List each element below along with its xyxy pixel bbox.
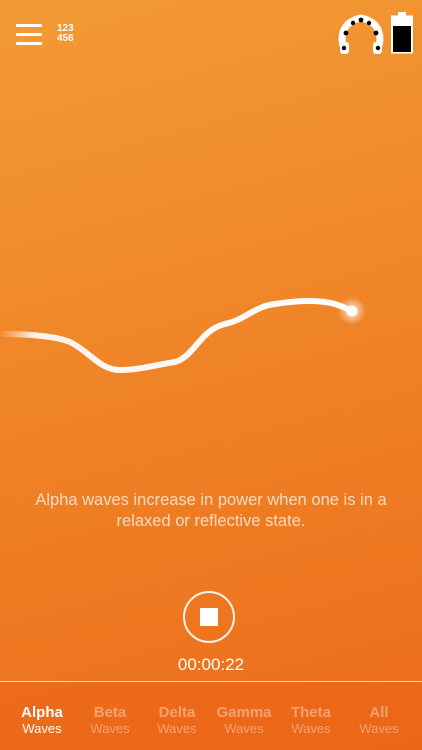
tab-alpha[interactable]: Alpha Waves xyxy=(8,704,76,736)
tab-beta[interactable]: Beta Waves xyxy=(76,704,144,736)
tab-theta-sublabel: Waves xyxy=(291,721,331,736)
tab-theta-label: Theta xyxy=(290,704,331,721)
brainwave-line xyxy=(0,298,355,374)
tab-gamma-sublabel: Waves xyxy=(224,721,264,736)
tab-delta-label: Delta xyxy=(158,704,196,721)
numbers-line-2: 456 xyxy=(57,33,74,44)
tab-bar: Alpha Waves Beta Waves Delta Waves Gamma… xyxy=(0,681,422,750)
wave-endpoint xyxy=(346,305,358,317)
tab-alpha-label: Alpha xyxy=(21,704,63,721)
hamburger-menu-icon[interactable] xyxy=(16,22,44,46)
tab-beta-sublabel: Waves xyxy=(90,721,130,736)
tab-all[interactable]: All Waves xyxy=(345,704,413,736)
eeg-headset-icon[interactable] xyxy=(338,12,384,56)
tab-theta[interactable]: Theta Waves xyxy=(277,704,345,736)
tab-all-label: All xyxy=(369,704,389,721)
tab-beta-label: Beta xyxy=(93,704,127,721)
brainwave-graph xyxy=(0,297,366,374)
tab-delta[interactable]: Delta Waves xyxy=(143,704,211,736)
stop-button[interactable] xyxy=(183,591,235,643)
stop-icon xyxy=(200,608,218,626)
session-timer: 00:00:22 xyxy=(177,655,245,674)
battery-icon xyxy=(391,12,413,54)
wave-description: Alpha waves increase in power when one i… xyxy=(35,491,387,530)
tab-gamma[interactable]: Gamma Waves xyxy=(210,704,278,736)
tab-delta-sublabel: Waves xyxy=(157,721,197,736)
tab-alpha-sublabel: Waves xyxy=(22,721,62,736)
top-bar: 123 456 xyxy=(0,0,422,70)
tab-gamma-label: Gamma xyxy=(216,704,272,721)
numeric-display-toggle[interactable]: 123 456 xyxy=(57,24,81,44)
tab-all-sublabel: Waves xyxy=(359,721,399,736)
